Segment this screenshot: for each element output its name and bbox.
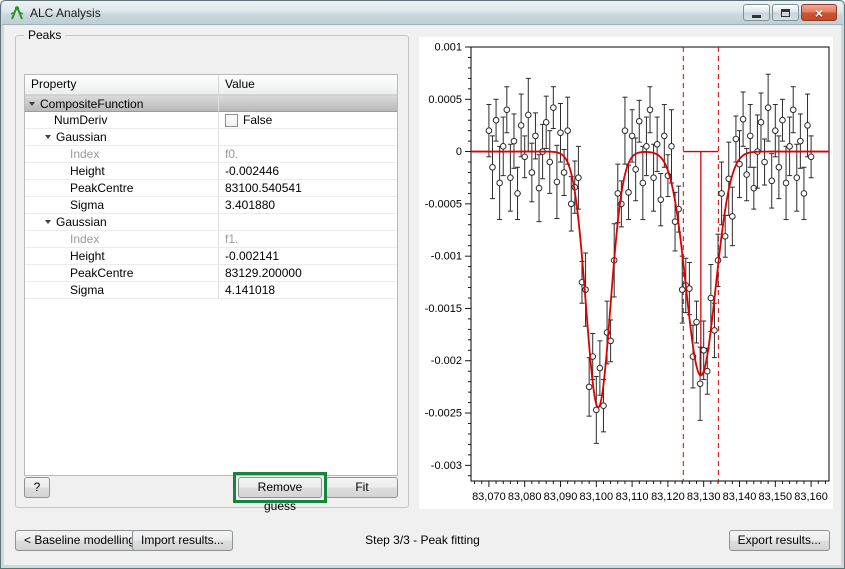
svg-text:83,090: 83,090 <box>544 491 578 503</box>
property-row-height[interactable]: Height -0.002141 <box>25 248 397 265</box>
property-row-index[interactable]: Index f1. <box>25 231 397 248</box>
export-results-button[interactable]: Export results... <box>729 530 830 551</box>
svg-text:-0.0005: -0.0005 <box>425 198 462 210</box>
svg-text:83,080: 83,080 <box>508 491 542 503</box>
fit-button[interactable]: Fit <box>326 477 398 498</box>
app-icon <box>9 5 25 21</box>
numderiv-checkbox[interactable] <box>225 114 238 127</box>
expander-icon[interactable] <box>45 220 51 224</box>
property-name: Index <box>70 232 99 246</box>
property-row-gaussian[interactable]: Gaussian <box>25 129 397 146</box>
property-name: PeakCentre <box>70 181 133 195</box>
property-row-compositefunction[interactable]: CompositeFunction <box>25 95 397 112</box>
property-row-peakcentre[interactable]: PeakCentre 83100.540541 <box>25 180 397 197</box>
property-row-sigma[interactable]: Sigma 4.141018 <box>25 282 397 299</box>
property-rows: CompositeFunction NumDeriv False Gaussian In… <box>25 95 397 299</box>
svg-text:83,140: 83,140 <box>723 491 757 503</box>
minimize-button[interactable] <box>743 4 770 21</box>
maximize-icon <box>781 9 790 17</box>
step-indicator: Step 3/3 - Peak fitting <box>4 533 841 547</box>
property-value: f1. <box>225 232 238 246</box>
help-button[interactable]: ? <box>24 477 50 498</box>
property-row-gaussian[interactable]: Gaussian <box>25 214 397 231</box>
column-header-property[interactable]: Property <box>25 75 219 94</box>
property-value[interactable]: 83100.540541 <box>225 181 302 195</box>
property-name: Index <box>70 147 99 161</box>
property-name: Sigma <box>70 283 104 297</box>
svg-text:83,160: 83,160 <box>794 491 828 503</box>
property-value: False <box>243 113 272 127</box>
svg-text:-0.002: -0.002 <box>431 355 462 367</box>
minimize-icon <box>752 15 761 18</box>
svg-text:83,120: 83,120 <box>651 491 685 503</box>
property-value[interactable]: 4.141018 <box>225 283 275 297</box>
property-name: Gaussian <box>56 215 107 229</box>
close-icon: × <box>815 6 823 20</box>
property-name: NumDeriv <box>54 113 107 127</box>
expander-icon[interactable] <box>45 135 51 139</box>
alc-analysis-window: ALC Analysis × Peaks Property Value Comp… <box>0 0 845 569</box>
svg-text:83,070: 83,070 <box>472 491 506 503</box>
svg-text:83,100: 83,100 <box>579 491 613 503</box>
svg-text:-0.001: -0.001 <box>431 251 462 263</box>
property-row-peakcentre[interactable]: PeakCentre 83129.200000 <box>25 265 397 282</box>
property-name: PeakCentre <box>70 266 133 280</box>
svg-text:0.0005: 0.0005 <box>428 94 462 106</box>
svg-text:-0.0025: -0.0025 <box>425 408 462 420</box>
svg-text:0.001: 0.001 <box>434 42 462 54</box>
close-button[interactable]: × <box>801 4 837 21</box>
property-value[interactable]: -0.002446 <box>225 164 279 178</box>
property-row-index[interactable]: Index f0. <box>25 146 397 163</box>
remove-guess-button[interactable]: Remove guess <box>238 477 322 498</box>
plot-panel[interactable]: 83,07083,08083,09083,10083,11083,12083,1… <box>419 37 833 509</box>
property-name: Height <box>70 249 105 263</box>
table-header[interactable]: Property Value <box>25 75 397 95</box>
property-value[interactable]: 3.401880 <box>225 198 275 212</box>
property-row-height[interactable]: Height -0.002446 <box>25 163 397 180</box>
client-area: Peaks Property Value CompositeFunctionNu… <box>4 25 841 565</box>
titlebar[interactable]: ALC Analysis × <box>2 1 843 25</box>
svg-text:83,150: 83,150 <box>758 491 792 503</box>
maximize-button[interactable] <box>772 4 799 21</box>
property-row-numderiv[interactable]: NumDeriv False <box>25 112 397 129</box>
property-name: Gaussian <box>56 130 107 144</box>
svg-text:83,130: 83,130 <box>687 491 721 503</box>
svg-text:-0.003: -0.003 <box>431 460 462 472</box>
window-title: ALC Analysis <box>30 6 101 20</box>
column-header-value[interactable]: Value <box>219 75 397 94</box>
property-name: Height <box>70 164 105 178</box>
svg-text:83,110: 83,110 <box>616 491 649 503</box>
peaks-group-title: Peaks <box>24 28 65 42</box>
property-value[interactable]: -0.002141 <box>225 249 279 263</box>
expander-icon[interactable] <box>29 102 35 106</box>
svg-text:-0.0015: -0.0015 <box>425 303 462 315</box>
property-name: Sigma <box>70 198 104 212</box>
peaks-property-table[interactable]: Property Value CompositeFunctionNumDeriv… <box>24 74 398 476</box>
property-value[interactable]: 83129.200000 <box>225 266 302 280</box>
property-name: CompositeFunction <box>40 97 143 111</box>
svg-text:0: 0 <box>456 146 462 158</box>
property-row-sigma[interactable]: Sigma 3.401880 <box>25 197 397 214</box>
property-value: f0. <box>225 147 238 161</box>
fit-plot-svg[interactable]: 83,07083,08083,09083,10083,11083,12083,1… <box>419 37 833 509</box>
peaks-groupbox: Peaks Property Value CompositeFunctionNu… <box>15 35 409 508</box>
